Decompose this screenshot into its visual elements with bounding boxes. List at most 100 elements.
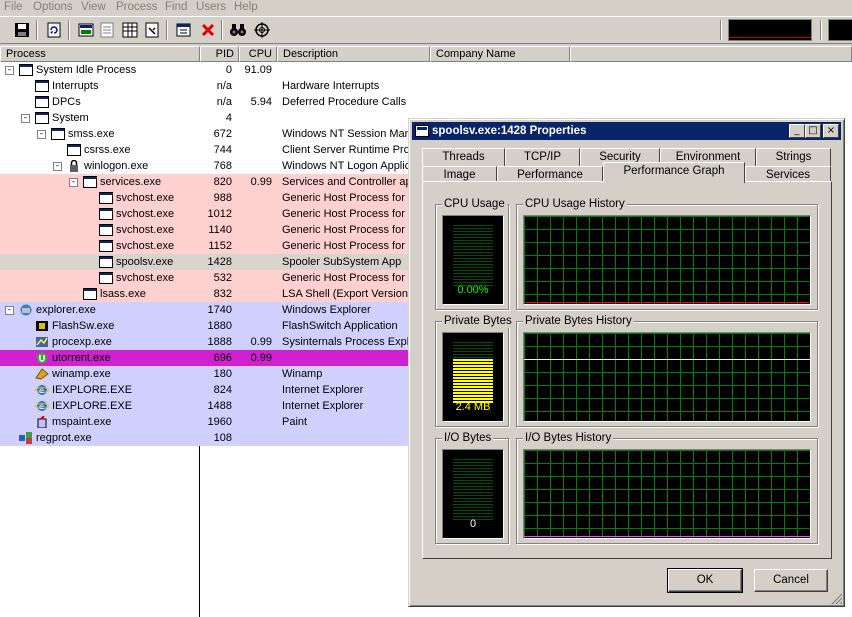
view-handles-icon[interactable]	[142, 20, 162, 40]
tab-performance-graph[interactable]: Performance Graph	[603, 162, 745, 183]
tab-strings[interactable]: Strings	[756, 148, 831, 166]
menu-users[interactable]: Users	[196, 0, 226, 14]
show-lower-pane-icon[interactable]	[97, 20, 117, 40]
collapse-icon[interactable]: -	[37, 130, 46, 139]
ok-button[interactable]: OK	[667, 568, 743, 593]
process-pid: 1428	[207, 256, 232, 268]
resize-grip-icon[interactable]	[830, 592, 842, 604]
process-cpu	[236, 414, 272, 430]
application-window-icon	[99, 272, 113, 284]
process-description: Generic Host Process for Win32 Services	[282, 272, 410, 284]
table-row[interactable]: DPCs n/a 5.94 Deferred Procedure Calls	[0, 94, 852, 110]
process-description: Windows NT Logon Application	[282, 160, 410, 172]
table-row[interactable]: Interrupts n/a Hardware Interrupts	[0, 78, 852, 94]
process-pid: 1488	[207, 400, 232, 412]
application-window-icon	[67, 144, 81, 156]
process-name: spoolsv.exe	[116, 256, 174, 268]
flash-icon	[35, 320, 49, 332]
process-cpu	[236, 366, 272, 382]
view-dlls-icon[interactable]	[120, 20, 140, 40]
explorer-icon	[19, 304, 33, 316]
application-window-icon	[83, 176, 97, 188]
process-description: Internet Explorer	[282, 400, 364, 412]
process-pid: 1888	[207, 336, 232, 348]
winlogon-icon	[67, 159, 81, 172]
cancel-button[interactable]: Cancel	[754, 569, 828, 592]
menu-view[interactable]: View	[81, 0, 106, 14]
dialog-titlebar[interactable]: spoolsv.exe:1428 Properties _ □ ×	[412, 122, 841, 140]
maximize-icon[interactable]: □	[805, 124, 821, 138]
refresh-icon[interactable]	[44, 20, 64, 40]
process-name: smss.exe	[68, 128, 115, 140]
find-binoculars-icon[interactable]	[228, 20, 248, 40]
application-window-icon	[99, 240, 113, 252]
collapse-icon[interactable]: -	[53, 162, 62, 171]
cpu-usage-value: 0.00%	[457, 284, 489, 296]
process-pid: 824	[213, 384, 232, 396]
collapse-icon[interactable]: -	[69, 178, 78, 187]
column-header-company[interactable]: Company Name	[430, 46, 570, 62]
system-info-icon[interactable]	[76, 20, 96, 40]
private-bytes-history-label: Private Bytes History	[523, 314, 634, 328]
application-window-icon	[99, 208, 113, 220]
process-description: Generic Host Process for Win32 Services	[282, 240, 410, 252]
column-header-cpu[interactable]: CPU	[239, 46, 277, 62]
private-bytes-group: Private Bytes 2.4 MB	[435, 314, 514, 427]
save-icon[interactable]	[12, 20, 32, 40]
minimize-icon[interactable]: _	[789, 124, 805, 138]
kill-process-icon[interactable]	[198, 20, 218, 40]
process-cpu	[236, 126, 272, 142]
process-cpu	[236, 238, 272, 254]
private-bytes-meter: 2.4 MB	[442, 332, 504, 422]
process-pid: n/a	[216, 80, 232, 92]
process-description: Deferred Procedure Calls	[282, 96, 407, 108]
collapse-icon[interactable]: -	[21, 114, 30, 123]
column-header-pid[interactable]: PID	[200, 46, 239, 62]
process-description	[282, 350, 410, 366]
close-icon[interactable]: ×	[823, 124, 839, 138]
cpu-mini-graph[interactable]	[728, 19, 812, 41]
find-window-crosshair-icon[interactable]	[252, 20, 272, 40]
menu-options[interactable]: Options	[33, 0, 73, 14]
cpu-history-group: CPU Usage History	[516, 197, 818, 310]
tab-threads[interactable]: Threads	[422, 148, 505, 166]
private-bytes-value: 2.4 MB	[455, 401, 491, 413]
process-pid: 988	[213, 192, 232, 204]
menu-file[interactable]: File	[4, 0, 23, 14]
process-description: Winamp	[282, 368, 323, 380]
process-pid: 180	[213, 368, 232, 380]
collapse-icon[interactable]: -	[5, 306, 14, 315]
cpu-usage-group: CPU Usage 0.00%	[435, 197, 509, 310]
process-explorer-icon	[35, 336, 49, 348]
tab-tcpip[interactable]: TCP/IP	[505, 148, 580, 166]
io-bytes-group: I/O Bytes 0	[435, 431, 509, 544]
cpu-history-label: CPU Usage History	[523, 197, 627, 211]
column-header-process[interactable]: Process	[0, 46, 200, 62]
menu-find[interactable]: Find	[165, 0, 187, 14]
process-cpu	[236, 430, 272, 446]
process-pid: 744	[213, 144, 232, 156]
internet-explorer-icon: e	[35, 400, 49, 412]
paint-icon	[35, 415, 49, 429]
process-cpu	[236, 254, 272, 270]
svg-text:e: e	[39, 386, 44, 395]
collapse-icon[interactable]: -	[5, 66, 14, 75]
menu-help[interactable]: Help	[234, 0, 258, 14]
process-description: Spooler SubSystem App	[282, 256, 402, 268]
toolbar	[0, 16, 852, 44]
menu-process[interactable]: Process	[116, 0, 158, 14]
process-cpu	[236, 286, 272, 302]
process-pid: 1960	[207, 416, 232, 428]
process-cpu	[236, 190, 272, 206]
cpu-usage-label: CPU Usage	[442, 197, 507, 211]
process-pid: 696	[213, 352, 232, 364]
table-row[interactable]: - System Idle Process 0 91.09	[0, 62, 852, 78]
properties-icon[interactable]	[174, 20, 194, 40]
process-cpu: 91.09	[244, 64, 272, 76]
column-header-description[interactable]: Description	[277, 46, 430, 62]
memory-mini-graph[interactable]	[828, 19, 852, 41]
process-name: csrss.exe	[84, 144, 131, 156]
toolbar-separator	[68, 20, 70, 40]
process-name: svchost.exe	[116, 240, 175, 252]
process-name: svchost.exe	[116, 208, 175, 220]
